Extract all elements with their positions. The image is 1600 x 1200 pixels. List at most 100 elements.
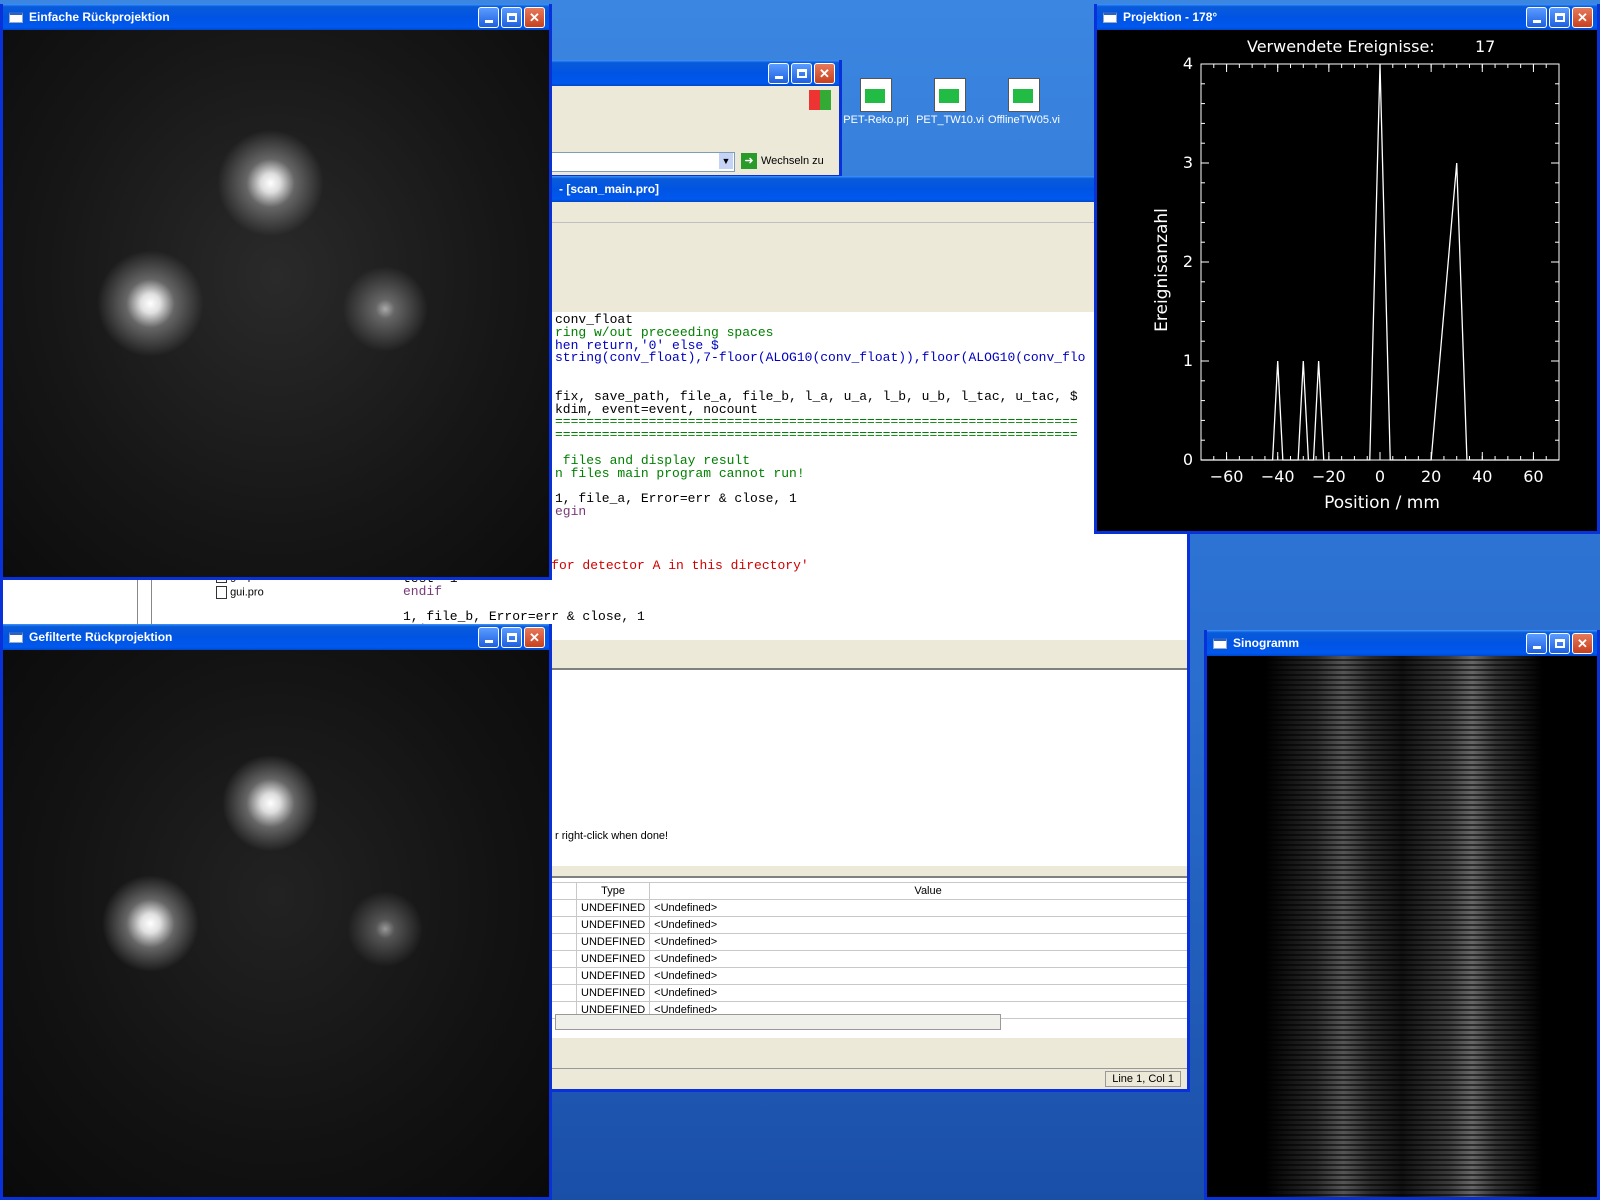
variable-type-cell: UNDEFINED: [575, 899, 651, 917]
variable-value-cell: <Undefined>: [649, 933, 1187, 951]
x-tick-label: −40: [1261, 467, 1295, 486]
minimize-button[interactable]: [1526, 633, 1547, 654]
console-text: r right-click when done!: [555, 830, 669, 842]
sinogram-titlebar[interactable]: Sinogramm ✕: [1207, 630, 1597, 656]
simple-backprojection-titlebar[interactable]: Einfache Rückprojektion ✕: [3, 4, 549, 30]
close-button[interactable]: ✕: [1572, 7, 1593, 28]
table-row[interactable]: UNDEFINED <Undefined>: [507, 967, 1187, 985]
code-line: 1, file_b, Error=err & close, 1: [403, 609, 645, 625]
code-line: egin: [555, 503, 587, 519]
filtered-backprojection-window: Gefilterte Rückprojektion ✕: [0, 624, 552, 1200]
goto-label: Wechseln zu: [761, 155, 824, 167]
code-line: 1, file_a, Error=err & close, 1: [555, 491, 797, 507]
variable-type-cell: UNDEFINED: [575, 967, 651, 985]
close-button[interactable]: ✕: [814, 63, 835, 84]
x-tick-label: −60: [1210, 467, 1244, 486]
window-icon: [9, 11, 23, 23]
minimize-button[interactable]: [768, 63, 789, 84]
variable-type-cell: UNDEFINED: [575, 933, 651, 951]
explorer-titlebar[interactable]: ✕: [523, 60, 839, 86]
y-tick-label: 1: [1183, 351, 1193, 370]
goto-button[interactable]: ➜ Wechseln zu: [741, 152, 824, 170]
desktop-icon-pet-tw10[interactable]: PET_TW10.vi: [914, 78, 986, 126]
minimize-button[interactable]: [478, 7, 499, 28]
editor-title: - [scan_main.pro]: [559, 182, 660, 196]
plot-frame: [1200, 63, 1560, 461]
table-row[interactable]: UNDEFINED <Undefined>: [507, 950, 1187, 968]
sinogram-image: [1207, 656, 1597, 1197]
x-tick-label: −20: [1312, 467, 1346, 486]
projection-titlebar[interactable]: Projektion - 178° ✕: [1097, 4, 1597, 30]
variable-value-cell: <Undefined>: [649, 984, 1187, 1002]
window-title: Einfache Rückprojektion: [29, 10, 170, 24]
y-tick-label: 3: [1183, 153, 1193, 172]
address-input[interactable]: [523, 152, 735, 172]
filtered-backprojection-image: [3, 650, 549, 1197]
labview-vi-icon: [1008, 78, 1040, 112]
simple-backprojection-window: Einfache Rückprojektion ✕: [0, 4, 552, 580]
sinogram-window: Sinogramm ✕: [1204, 630, 1600, 1200]
desktop-icon-offline-tw05[interactable]: OfflineTW05.vi: [988, 78, 1060, 126]
variable-type-cell: UNDEFINED: [575, 950, 651, 968]
maximize-button[interactable]: [1549, 7, 1570, 28]
variable-value-cell: <Undefined>: [649, 950, 1187, 968]
code-line: n files main program cannot run!: [555, 465, 805, 481]
variable-type-cell: UNDEFINED: [575, 984, 651, 1002]
y-tick-label: 2: [1183, 252, 1193, 271]
table-row[interactable]: UNDEFINED <Undefined>: [507, 899, 1187, 917]
variable-value-cell: <Undefined>: [649, 899, 1187, 917]
projection-window: Projektion - 178° ✕ Verwendete Ereigniss…: [1094, 4, 1600, 534]
goto-arrow-icon: ➜: [741, 153, 757, 169]
close-button[interactable]: ✕: [524, 7, 545, 28]
minimize-button[interactable]: [1526, 7, 1547, 28]
tree-item-gui-pro[interactable]: gui.pro: [216, 586, 264, 599]
window-title: Sinogramm: [1233, 636, 1300, 650]
project-file-icon: [860, 78, 892, 112]
window-icon: [1103, 11, 1117, 23]
windows-logo-icon: [809, 90, 831, 110]
desktop-icon-label: OfflineTW05.vi: [988, 114, 1060, 126]
table-row[interactable]: UNDEFINED <Undefined>: [507, 916, 1187, 934]
window-title: Gefilterte Rückprojektion: [29, 630, 173, 644]
labview-vi-icon: [934, 78, 966, 112]
variable-value-cell: <Undefined>: [649, 967, 1187, 985]
simple-backprojection-image: [3, 30, 549, 577]
window-title: Projektion - 178°: [1123, 10, 1218, 24]
filtered-backprojection-titlebar[interactable]: Gefilterte Rückprojektion ✕: [3, 624, 549, 650]
table-row[interactable]: UNDEFINED <Undefined>: [507, 984, 1187, 1002]
desktop-icon-pet-reko[interactable]: PET-Reko.prj: [840, 78, 912, 126]
window-icon: [1213, 637, 1227, 649]
chart-title-value: 17: [1475, 37, 1495, 56]
cursor-position: Line 1, Col 1: [1105, 1071, 1181, 1087]
projection-plot-area: Verwendete Ereignisse: 17 Position / mm …: [1097, 30, 1597, 531]
x-tick-label: 0: [1375, 467, 1385, 486]
maximize-button[interactable]: [1549, 633, 1570, 654]
x-tick-label: 60: [1523, 467, 1543, 486]
y-axis-label: Ereignisanzahl: [1152, 208, 1172, 332]
maximize-button[interactable]: [501, 627, 522, 648]
close-button[interactable]: ✕: [1572, 633, 1593, 654]
tree-label: gui.pro: [230, 586, 264, 599]
variables-table: Type Value UNDEFINED <Undefined> UNDEFINED…: [507, 882, 1187, 1019]
column-type[interactable]: Type: [575, 882, 651, 900]
code-line: endif: [403, 583, 443, 599]
maximize-button[interactable]: [791, 63, 812, 84]
table-row[interactable]: UNDEFINED <Undefined>: [507, 933, 1187, 951]
column-value[interactable]: Value: [649, 882, 1187, 900]
address-dropdown-icon[interactable]: ▼: [719, 153, 733, 169]
x-tick-label: 20: [1421, 467, 1441, 486]
desktop-icon-label: PET_TW10.vi: [916, 114, 984, 126]
horizontal-scrollbar[interactable]: [555, 1014, 1001, 1030]
x-tick-label: 40: [1472, 467, 1492, 486]
variable-value-cell: <Undefined>: [649, 916, 1187, 934]
minimize-button[interactable]: [478, 627, 499, 648]
maximize-button[interactable]: [501, 7, 522, 28]
projection-chart: Verwendete Ereignisse: 17 Position / mm …: [1152, 37, 1560, 513]
code-line: string(conv_float),7-floor(ALOG10(conv_f…: [555, 350, 1086, 366]
window-icon: [9, 631, 23, 643]
close-button[interactable]: ✕: [524, 627, 545, 648]
explorer-window: ✕ ▼ ➜ Wechseln zu: [520, 60, 842, 178]
code-upper: conv_float ring w/out preceeding spaces he…: [555, 313, 1086, 519]
series-line: [1201, 63, 1559, 461]
